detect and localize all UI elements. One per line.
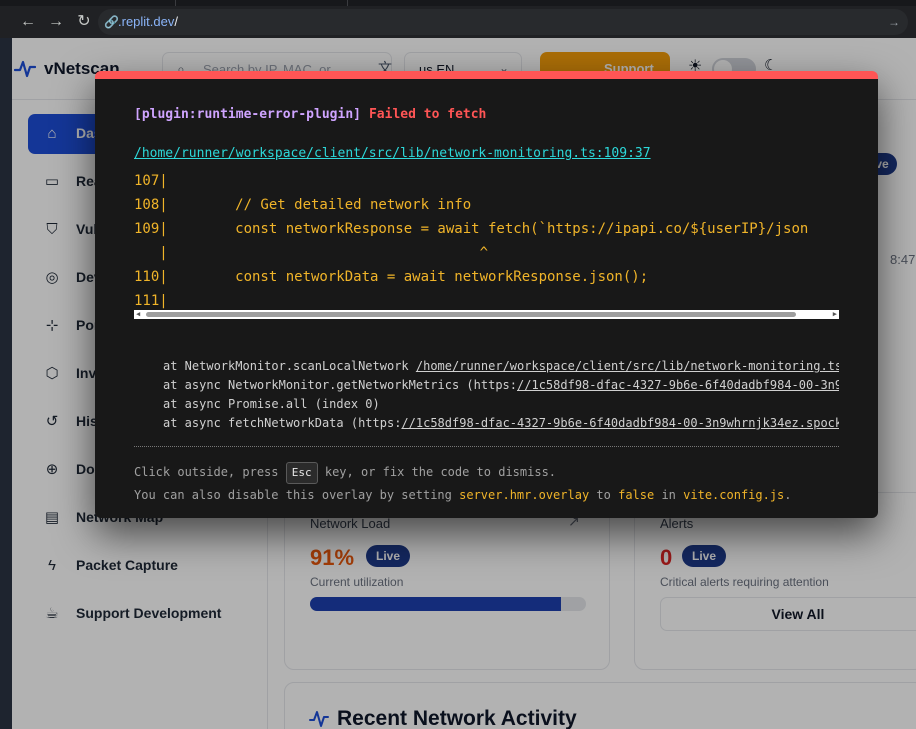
- stack-line: at async Promise.all (index 0): [163, 397, 380, 411]
- esc-key: Esc: [285, 462, 318, 484]
- error-file-link[interactable]: /home/runner/workspace/client/src/lib/ne…: [134, 146, 651, 161]
- error-message: Failed to fetch: [368, 107, 487, 122]
- back-icon[interactable]: ←: [18, 12, 38, 32]
- scroll-left-icon[interactable]: ◀: [136, 310, 140, 319]
- stack-line: at async fetchNetworkData (https://1c58d…: [163, 414, 839, 433]
- browser-toolbar: ← → ↻ 🔗 .replit.dev/ →: [0, 6, 916, 38]
- code-line: 110| const networkData = await networkRe…: [134, 269, 649, 285]
- error-header: [plugin:runtime-error-plugin] Failed to f…: [134, 107, 486, 122]
- link-icon: 🔗: [104, 15, 119, 29]
- stack-link[interactable]: /home/runner/workspace/client/src/lib/ne…: [416, 359, 839, 373]
- plugin-name: [plugin:runtime-error-plugin]: [134, 107, 361, 122]
- stack-line: at NetworkMonitor.scanLocalNetwork /home…: [163, 357, 839, 376]
- reload-icon[interactable]: ↻: [74, 12, 94, 32]
- stack-link[interactable]: //1c58df98-dfac-4327-9b6e-6f40dadbf984-0…: [517, 378, 839, 392]
- code-line: 107|: [134, 173, 168, 189]
- address-bar[interactable]: 🔗 .replit.dev/ →: [98, 9, 908, 35]
- code-frame: 107| 108| // Get detailed network info 1…: [134, 169, 839, 309]
- scroll-right-icon[interactable]: ▶: [833, 310, 837, 319]
- url-text: .replit.dev/: [118, 14, 178, 29]
- horizontal-scrollbar[interactable]: ◀ ▶: [134, 310, 839, 319]
- divider: [134, 446, 839, 447]
- code-line: 109| const networkResponse = await fetch…: [134, 221, 809, 237]
- forward-icon[interactable]: →: [46, 12, 66, 32]
- arrow-right-icon[interactable]: →: [888, 14, 900, 30]
- code-line: 108| // Get detailed network info: [134, 197, 472, 213]
- stack-line: at async NetworkMonitor.getNetworkMetric…: [163, 376, 839, 395]
- stack-trace: at NetworkMonitor.scanLocalNetwork /home…: [163, 357, 839, 437]
- scrollbar-thumb[interactable]: [146, 312, 796, 317]
- disable-tip: You can also disable this overlay by set…: [134, 488, 792, 502]
- code-line: 111|: [134, 293, 168, 309]
- dismiss-tip: Click outside, press Esc key, or fix the…: [134, 462, 556, 484]
- stack-link[interactable]: //1c58df98-dfac-4327-9b6e-6f40dadbf984-0…: [401, 416, 839, 430]
- error-overlay: [plugin:runtime-error-plugin] Failed to f…: [95, 71, 878, 518]
- code-line: | ^: [134, 245, 489, 261]
